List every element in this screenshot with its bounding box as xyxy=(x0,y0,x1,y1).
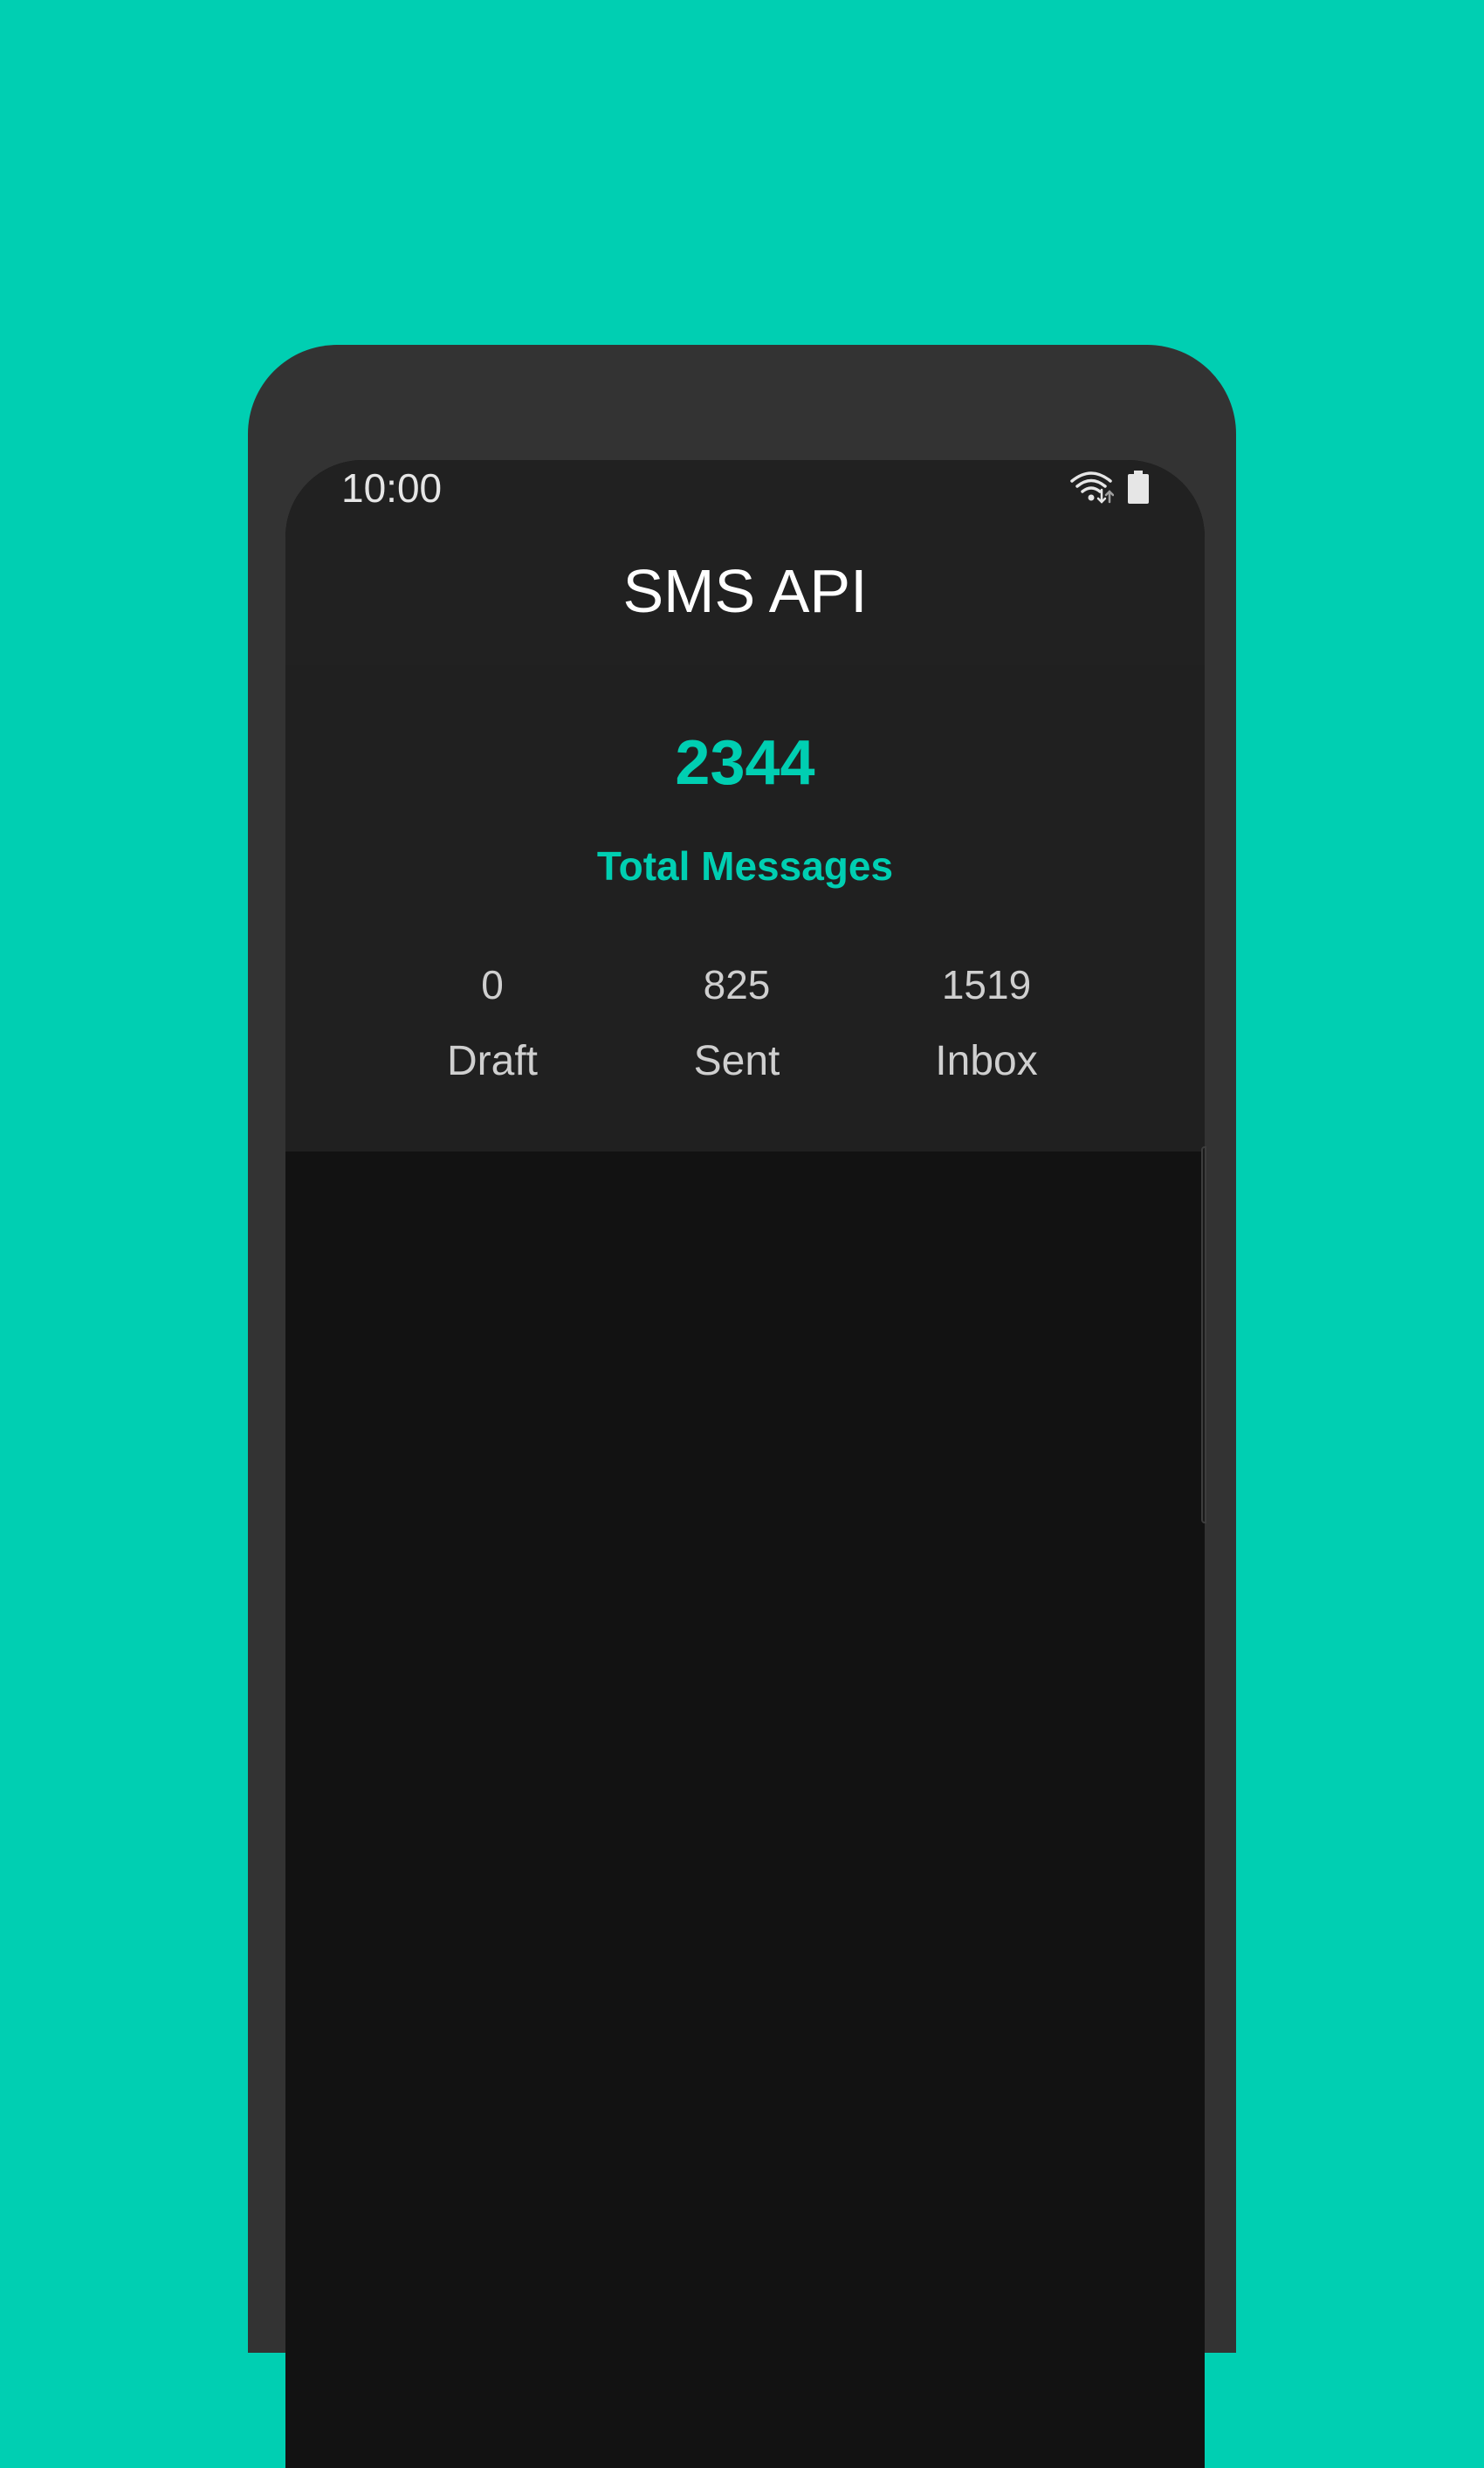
draft-count: 0 xyxy=(481,962,504,1007)
message-summary: 2344 Total Messages 0 Draft 825 Sent 151… xyxy=(285,665,1205,1152)
sent-label: Sent xyxy=(693,1038,780,1084)
total-messages-label: Total Messages xyxy=(596,843,894,889)
status-icons xyxy=(1070,469,1149,505)
inbox-label: Inbox xyxy=(935,1038,1038,1084)
phone-screen: 10:00 SMS API 2344 Total Messages 0 Draf… xyxy=(285,460,1205,2468)
total-messages-count: 2344 xyxy=(675,728,815,798)
inbox-count: 1519 xyxy=(941,962,1032,1007)
app-title: SMS API xyxy=(622,557,868,625)
battery-icon xyxy=(1128,471,1149,504)
stat-inbox[interactable]: 1519 Inbox xyxy=(882,960,1091,1086)
side-button xyxy=(1201,1146,1206,1523)
stat-draft[interactable]: 0 Draft xyxy=(388,960,597,1086)
sent-count: 825 xyxy=(703,962,771,1007)
draft-label: Draft xyxy=(446,1038,538,1084)
phone-frame: 10:00 SMS API 2344 Total Messages 0 Draf… xyxy=(248,345,1236,2468)
status-time: 10:00 xyxy=(341,465,443,511)
app-top-bar: 10:00 SMS API xyxy=(285,460,1205,665)
wifi-icon xyxy=(1070,469,1114,505)
content-area xyxy=(285,1152,1205,2468)
stat-sent[interactable]: 825 Sent xyxy=(632,960,842,1086)
